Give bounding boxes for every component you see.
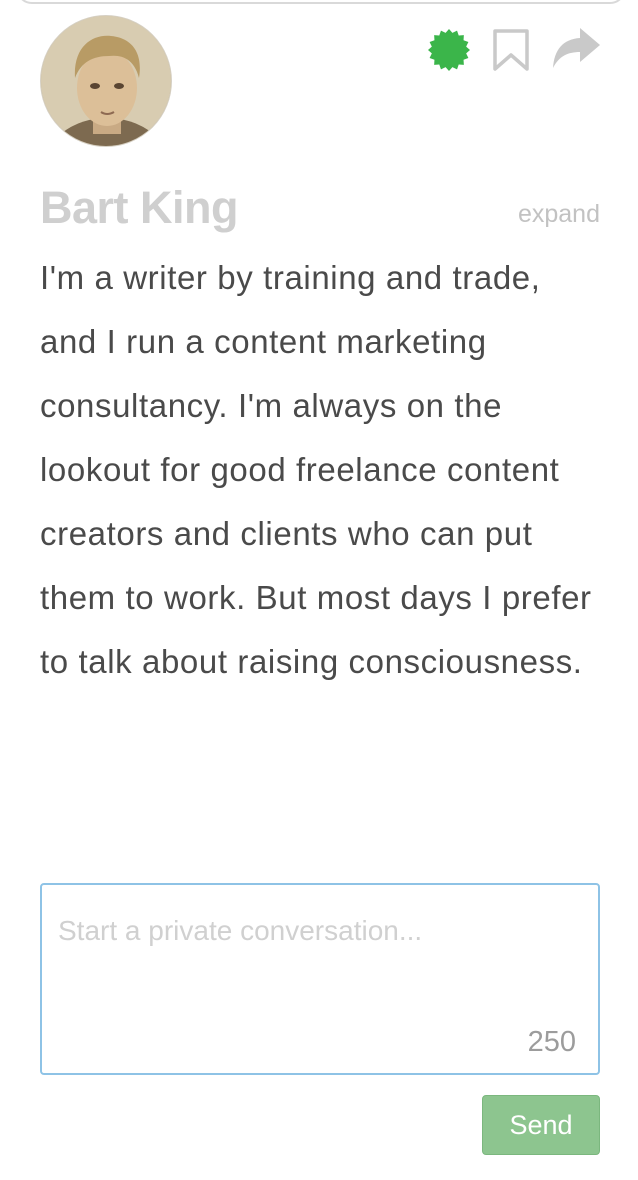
message-box: 250	[40, 883, 600, 1075]
verified-badge-shape	[428, 29, 470, 71]
character-count: 250	[527, 1026, 576, 1058]
share-arrow-icon[interactable]	[550, 24, 602, 76]
private-message-input[interactable]	[42, 885, 598, 1073]
verified-badge-icon[interactable]	[423, 24, 475, 76]
expand-link[interactable]: expand	[518, 199, 600, 229]
profile-actions	[0, 24, 638, 76]
profile-bio: I'm a writer by training and trade, and …	[40, 259, 592, 680]
bookmark-icon[interactable]	[485, 24, 537, 76]
card-top-edge	[16, 0, 626, 4]
profile-name: Bart King	[40, 182, 239, 233]
send-button[interactable]: Send	[482, 1095, 600, 1155]
